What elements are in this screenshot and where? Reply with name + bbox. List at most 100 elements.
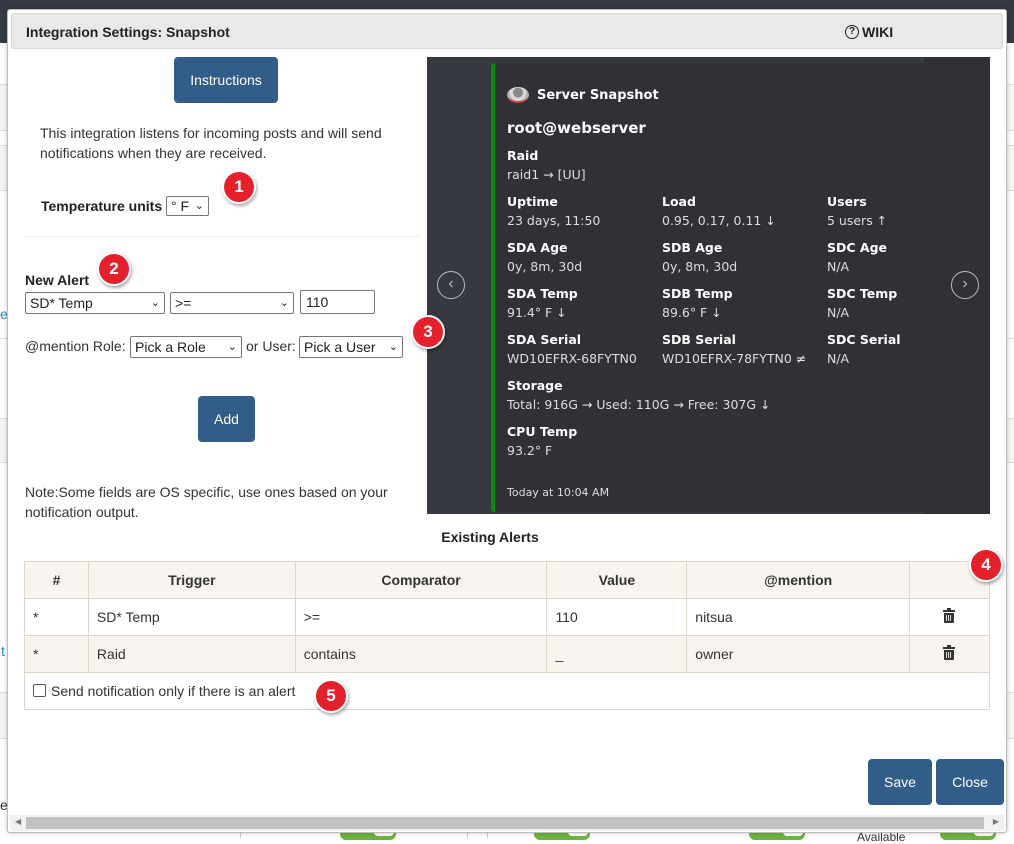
cell-comparator: contains	[294, 635, 548, 673]
cell-mention: nitsua	[686, 598, 911, 636]
alert-only-checkbox-cell: Send notification only if there is an al…	[24, 672, 990, 710]
embed-field: Load 0.95, 0.17, 0.11 ↓	[662, 193, 776, 231]
cell-number: *	[24, 635, 89, 673]
add-alert-button[interactable]: Add	[198, 396, 255, 442]
scroll-right-arrow-icon[interactable]: ▶	[993, 817, 999, 826]
chevron-down-icon: ⌄	[388, 341, 398, 353]
trash-icon[interactable]	[943, 607, 956, 623]
table-row: * SD* Temp >= 110 nitsua	[24, 598, 990, 636]
annotation-badge-5: 5	[314, 679, 348, 713]
embed-footer-timestamp: Today at 10:04 AM	[507, 486, 610, 499]
embed-author-name: Server Snapshot	[537, 87, 659, 103]
modal-title: Integration Settings: Snapshot	[26, 24, 230, 40]
annotation-badge-4: 4	[969, 548, 1003, 582]
comparator-select-value: >=	[175, 295, 192, 311]
table-footer-row: Send notification only if there is an al…	[24, 672, 990, 710]
field-value: WD10EFRX-68FYTN0	[507, 351, 637, 366]
user-select[interactable]: Pick a User ⌄	[299, 336, 403, 358]
embed-field: SDB Age 0y, 8m, 30d	[662, 239, 737, 277]
field-name: Storage	[507, 378, 563, 393]
integration-description: This integration listens for incoming po…	[40, 125, 382, 161]
embed-field: SDC Age N/A	[827, 239, 887, 277]
field-value: 0.95, 0.17, 0.11 ↓	[662, 213, 776, 228]
cell-number: *	[24, 598, 89, 636]
field-value: 23 days, 11:50	[507, 213, 601, 228]
save-button[interactable]: Save	[868, 759, 932, 805]
temperature-units-value: ° F	[171, 198, 190, 214]
field-name: CPU Temp	[507, 424, 578, 439]
role-select-value: Pick a Role	[135, 339, 206, 355]
field-name: SDA Age	[507, 240, 568, 255]
user-select-value: Pick a User	[304, 339, 376, 355]
column-header-mention: @mention	[686, 561, 911, 599]
or-user-label: or User:	[246, 338, 296, 354]
annotation-badge-1: 1	[222, 170, 256, 204]
scroll-left-arrow-icon[interactable]: ◀	[15, 817, 21, 826]
field-value: WD10EFRX-78FYTN0 ≠	[662, 351, 807, 366]
field-name: Raid	[507, 148, 539, 163]
table-row: * Raid contains _ owner	[24, 635, 990, 673]
field-value: 89.6° F ↓	[662, 305, 722, 320]
cell-value: 110	[546, 598, 688, 636]
chevron-down-icon: ⌄	[150, 297, 160, 309]
temperature-units-select[interactable]: ° F ⌄	[166, 196, 209, 216]
field-name: Uptime	[507, 194, 558, 209]
field-value: raid1 → [UU]	[507, 167, 586, 182]
alert-value-text: 110	[306, 294, 329, 310]
new-alert-label: New Alert	[25, 272, 90, 288]
field-value: N/A	[827, 351, 850, 366]
annotation-badge-2: 2	[97, 252, 131, 286]
existing-alerts-title: Existing Alerts	[441, 529, 539, 545]
instructions-button[interactable]: Instructions	[174, 57, 278, 103]
modal-header: Integration Settings: Snapshot ? WIKI	[11, 13, 1003, 49]
cell-actions	[909, 598, 990, 636]
alert-value-input[interactable]: 110	[300, 290, 375, 314]
trash-icon[interactable]	[943, 644, 956, 660]
chevron-down-icon: ⌄	[194, 200, 204, 212]
horizontal-scrollbar[interactable]: ◀ ▶	[10, 815, 1004, 831]
field-name: SDB Age	[662, 240, 723, 255]
embed-field: SDB Temp 89.6° F ↓	[662, 285, 733, 323]
alert-only-checkbox-label[interactable]: Send notification only if there is an al…	[51, 683, 295, 699]
field-value: 0y, 8m, 30d	[507, 259, 583, 274]
cell-comparator: >=	[294, 598, 548, 636]
alert-only-checkbox[interactable]	[33, 684, 46, 697]
existing-alerts-table: # Trigger Comparator Value @mention * SD…	[24, 561, 990, 710]
embed-field: Storage Total: 916G → Used: 110G → Free:…	[507, 377, 770, 415]
embed-field: Raid raid1 → [UU]	[507, 147, 586, 185]
previous-slide-button[interactable]: ‹	[437, 271, 465, 299]
scrollbar-thumb[interactable]	[26, 817, 984, 829]
embed-field: Uptime 23 days, 11:50	[507, 193, 600, 231]
comparator-select[interactable]: >= ⌄	[170, 292, 294, 314]
trigger-select-value: SD* Temp	[30, 295, 93, 311]
column-header-comparator: Comparator	[294, 561, 548, 599]
background-link[interactable]: t	[1, 643, 5, 659]
chevron-down-icon: ⌄	[279, 297, 289, 309]
next-slide-button[interactable]: ›	[951, 271, 979, 299]
annotation-badge-3: 3	[411, 315, 445, 349]
field-name: SDC Temp	[827, 286, 898, 301]
snapshot-embed: Server Snapshot root@webserver Raid raid…	[491, 63, 924, 512]
cell-mention: owner	[686, 635, 911, 673]
embed-field: SDA Age 0y, 8m, 30d	[507, 239, 582, 277]
note-text: Note:Some fields are OS specific, use on…	[25, 484, 388, 520]
field-value: 91.4° F ↓	[507, 305, 567, 320]
wiki-link[interactable]: ? WIKI	[845, 24, 893, 40]
field-name: Users	[827, 194, 867, 209]
trigger-select[interactable]: SD* Temp ⌄	[25, 292, 165, 314]
field-name: SDC Age	[827, 240, 888, 255]
integration-settings-modal: Integration Settings: Snapshot ? WIKI In…	[7, 9, 1007, 833]
column-header-value: Value	[546, 561, 688, 599]
mention-role-label: @mention Role:	[25, 338, 126, 354]
embed-field: SDC Temp N/A	[827, 285, 897, 323]
embed-field: CPU Temp 93.2° F	[507, 423, 577, 461]
field-value: Total: 916G → Used: 110G → Free: 307G ↓	[507, 397, 771, 412]
role-select[interactable]: Pick a Role ⌄	[130, 336, 242, 358]
field-name: SDC Serial	[827, 332, 901, 347]
section-divider	[24, 236, 420, 237]
field-name: SDA Serial	[507, 332, 582, 347]
field-value: 0y, 8m, 30d	[662, 259, 738, 274]
column-header-number: #	[24, 561, 89, 599]
close-button[interactable]: Close	[936, 759, 1004, 805]
cell-trigger: Raid	[87, 635, 296, 673]
